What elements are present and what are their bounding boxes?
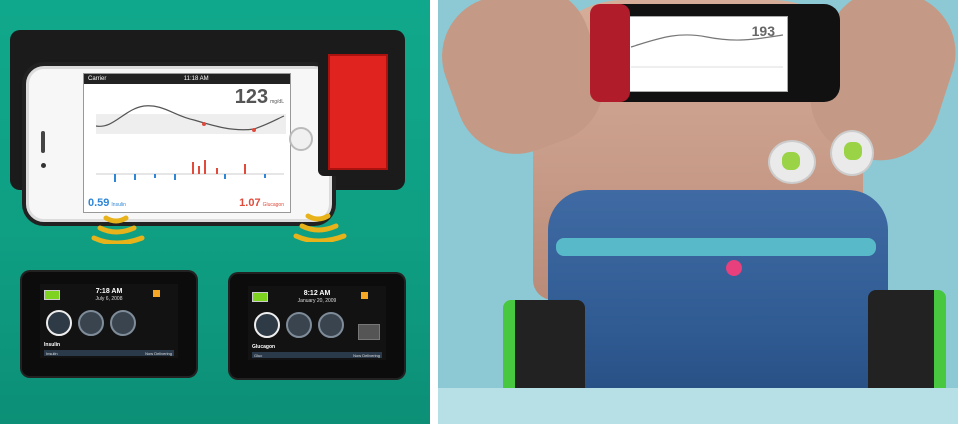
pump-status-bar: Gluc Now Delivering (252, 352, 382, 358)
phone-screen: Carrier 11:18 AM 123 mg/dL 0.59 Insulin … (83, 73, 291, 213)
waistband (556, 238, 876, 256)
wireless-signal-icon (293, 213, 347, 242)
pump-label: Glucagon (252, 344, 276, 350)
held-glucose-value: 193 (751, 23, 775, 39)
background-floor (438, 388, 958, 424)
pump-screen: 7:18 AM July 6, 2008 Insulin Insulin Now… (40, 284, 178, 358)
smartphone: Carrier 11:18 AM 123 mg/dL 0.59 Insulin … (26, 66, 332, 222)
pump-circle-button (254, 312, 280, 338)
wireless-signal-icon (91, 215, 145, 244)
glucagon-value: 1.07 (239, 197, 261, 209)
pump-date: July 6, 2008 (95, 296, 123, 302)
glucose-sensor (768, 140, 816, 184)
pump-bar-left: Gluc (254, 352, 263, 358)
held-phone-screen: 193 (626, 16, 788, 92)
insulin-pump-device: 7:18 AM July 6, 2008 Insulin Insulin Now… (22, 272, 196, 376)
pump-time: 8:12 AM (303, 290, 331, 297)
pump-bar-mid: Now Delivering (145, 350, 172, 356)
red-receiver-pad (318, 48, 396, 176)
pump-buttons (254, 312, 344, 338)
pump-date: January 20, 2009 (297, 298, 337, 304)
pump-label: Insulin (44, 342, 61, 348)
left-photo-panel: Carrier 11:18 AM 123 mg/dL 0.59 Insulin … (0, 0, 430, 424)
glucose-sensor (830, 130, 874, 176)
pump-screen: 8:12 AM January 20, 2009 Glucagon Gluc N… (248, 286, 386, 360)
pump-status-bar: Insulin Now Delivering (44, 350, 174, 356)
pump-circle-button (286, 312, 312, 338)
phone-camera (41, 163, 46, 168)
pump-bar-left: Insulin (46, 350, 58, 356)
home-button (289, 127, 313, 151)
red-phone-case (590, 4, 630, 102)
phone-speaker (41, 131, 45, 153)
glucose-trace (95, 105, 286, 182)
pump-circle-button (46, 310, 72, 336)
pump-circle-button (78, 310, 104, 336)
pump-buttons (46, 310, 136, 336)
pump-circle-button (110, 310, 136, 336)
jeans-button (726, 260, 742, 276)
right-photo-panel: 193 (438, 0, 958, 424)
red-pad-face (328, 54, 388, 170)
pump-circle-button (318, 312, 344, 338)
pump-bar-mid: Now Delivering (353, 352, 380, 358)
glucagon-label: Glucagon (262, 202, 284, 208)
pump-square-indicator (358, 324, 380, 340)
pump-time: 7:18 AM (95, 288, 123, 295)
glucagon-total: 1.07 Glucagon (239, 197, 284, 209)
glucagon-pump-device: 8:12 AM January 20, 2009 Glucagon Gluc N… (230, 274, 404, 378)
